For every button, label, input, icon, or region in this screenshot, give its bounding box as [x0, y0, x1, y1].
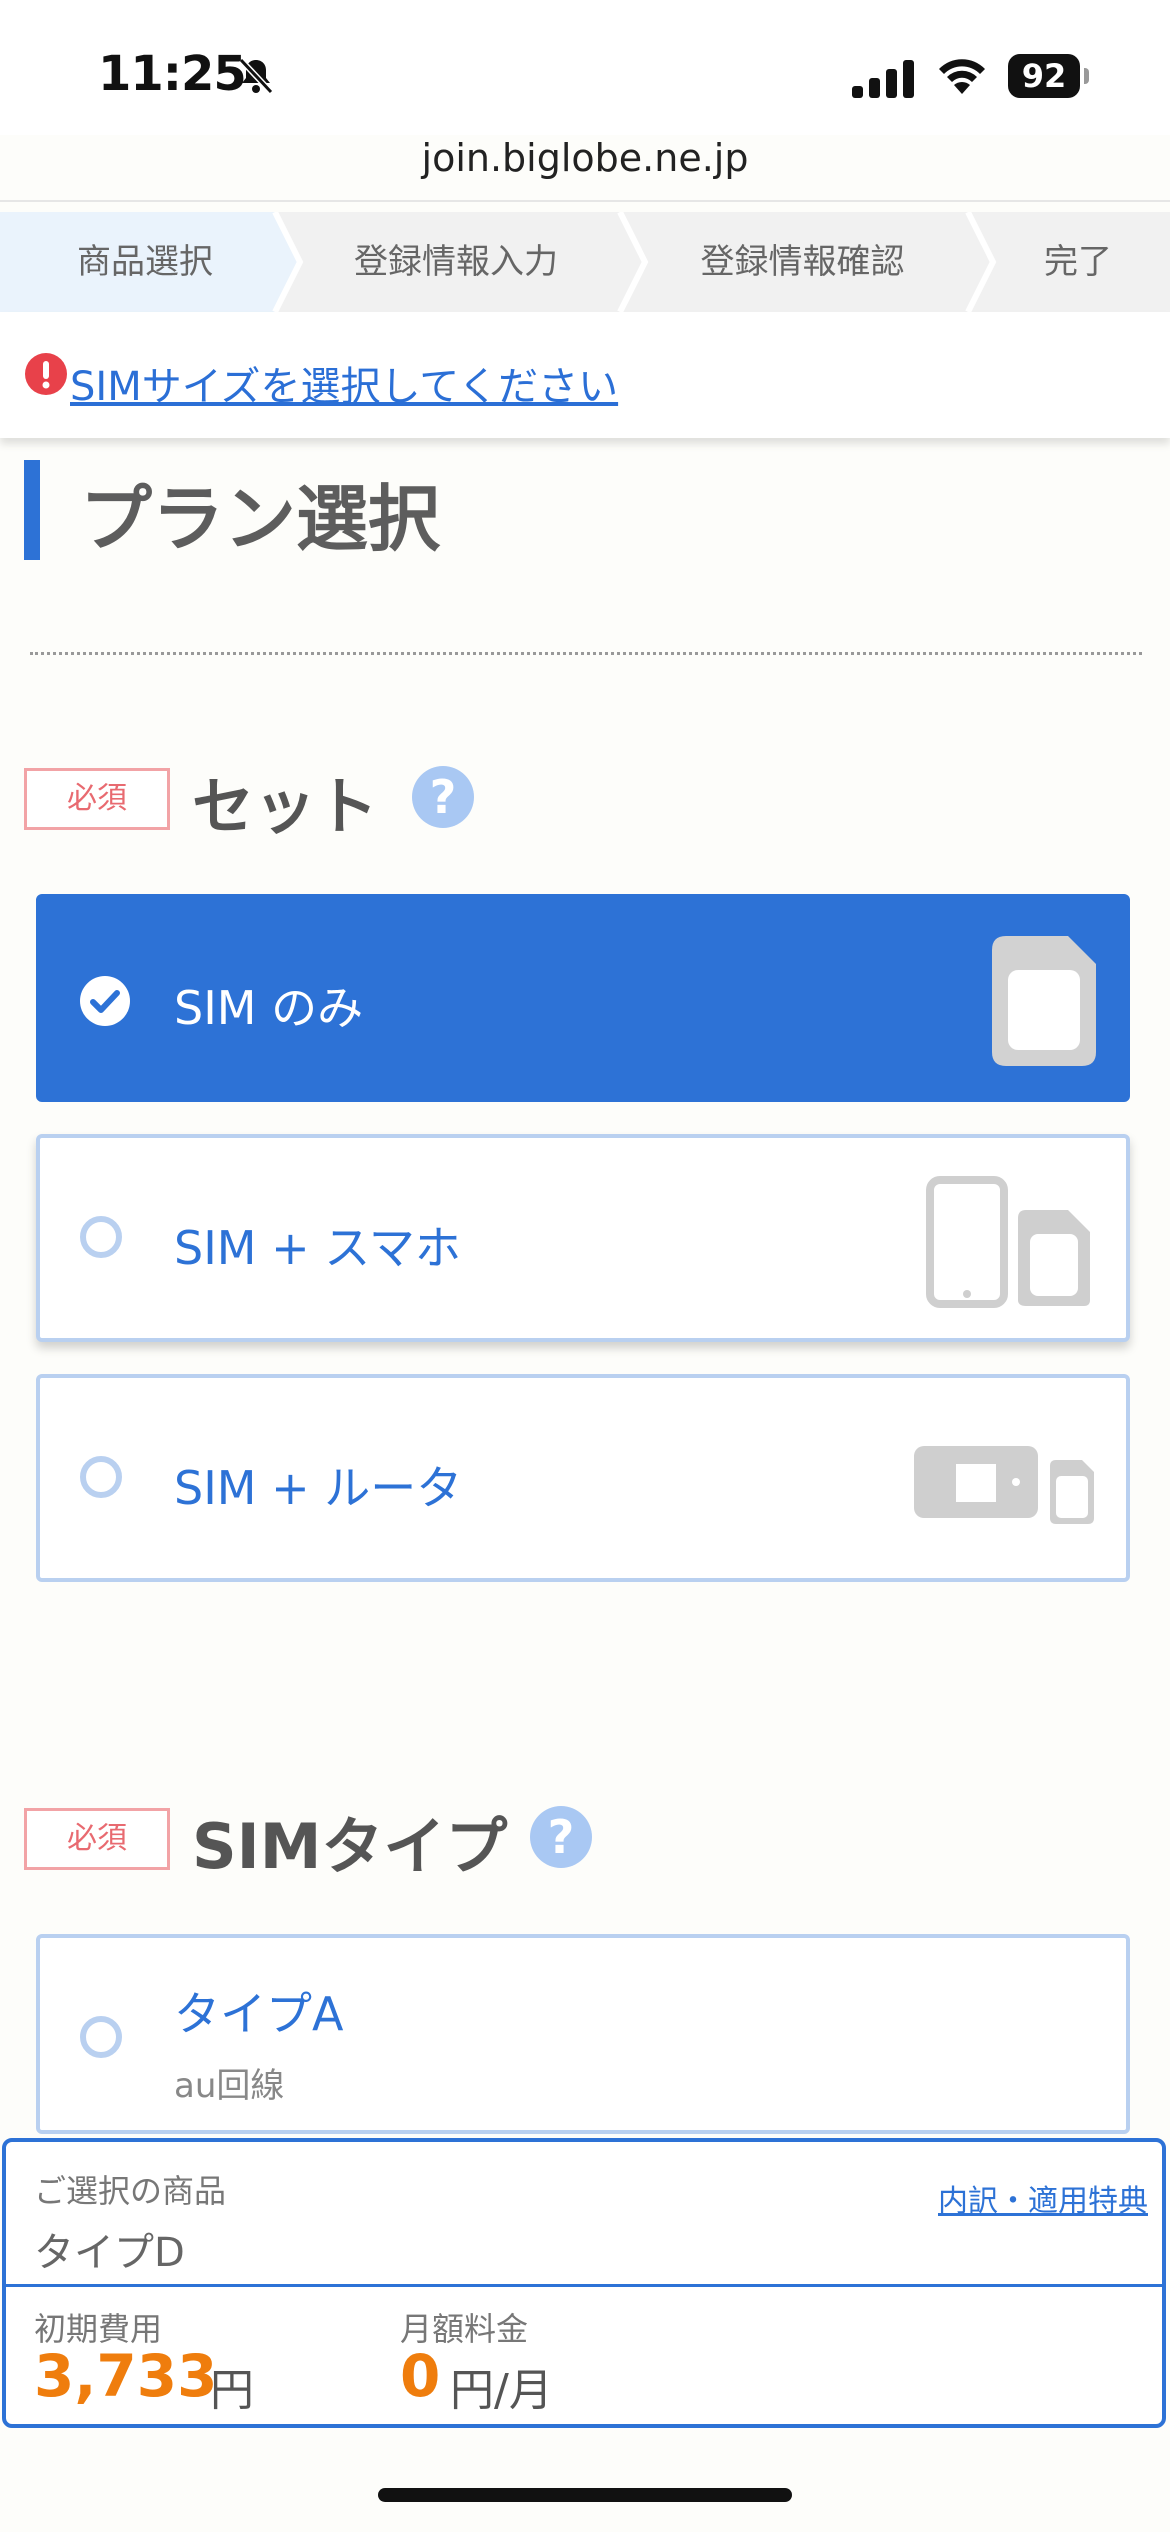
radio-button: [80, 1216, 122, 1258]
alert-link[interactable]: SIMサイズを選択してください: [70, 354, 618, 412]
step-complete: 完了: [1044, 242, 1112, 282]
monthly-fee-price: 0: [400, 2342, 441, 2410]
summary-divider: [6, 2284, 1162, 2287]
radio-button: [80, 2016, 122, 2058]
battery-tip: [1084, 68, 1089, 84]
step-registration-input: 登録情報入力: [354, 242, 558, 282]
selected-product-value: タイプD: [34, 2230, 185, 2276]
progress-steps: 商品選択 登録情報入力 登録情報確認 完了: [0, 212, 1170, 312]
status-bar: 11:25 92 join.biglobe.ne.jp: [0, 0, 1170, 180]
dotted-divider: [30, 652, 1142, 655]
option-type-a[interactable]: タイプA au回線: [36, 1934, 1130, 2134]
page-title: プラン選択: [80, 477, 441, 561]
phone-sim-icon: [926, 1176, 1090, 1308]
radio-button: [80, 1456, 122, 1498]
sim-type-section-title: SIMタイプ: [192, 1810, 508, 1883]
selected-product-label: ご選択の商品: [34, 2172, 227, 2210]
step-product-selection: 商品選択: [77, 242, 213, 282]
url-bar[interactable]: join.biglobe.ne.jp: [0, 136, 1170, 180]
order-summary: ご選択の商品 タイプD 内訳・適用特典 初期費用 3,733 円 月額料金 0 …: [2, 2138, 1166, 2428]
option-sim-router[interactable]: SIM + ルータ: [36, 1374, 1130, 1582]
set-section-title: セット: [192, 770, 379, 843]
option-label: タイプA: [174, 1987, 344, 2041]
cellular-signal-icon: [852, 60, 914, 98]
help-icon[interactable]: ?: [530, 1806, 592, 1868]
bell-muted-icon: [238, 57, 274, 95]
status-time: 11:25: [98, 46, 247, 102]
initial-cost-price: 3,733: [34, 2342, 218, 2410]
help-icon[interactable]: ?: [412, 766, 474, 828]
option-label: SIM のみ: [174, 981, 364, 1035]
url-divider: [0, 200, 1170, 202]
option-sim-only[interactable]: SIM のみ: [36, 894, 1130, 1102]
option-label: SIM + ルータ: [174, 1461, 463, 1515]
monthly-fee-unit: 円/月: [450, 2365, 553, 2416]
required-badge: 必須: [24, 768, 170, 830]
validation-alert: SIMサイズを選択してください: [0, 312, 1170, 438]
alert-icon: [25, 353, 67, 395]
wifi-icon: [939, 59, 985, 94]
sim-card-icon: [992, 936, 1096, 1066]
required-badge: 必須: [24, 1808, 170, 1870]
battery-level: 92: [1008, 54, 1080, 98]
router-sim-icon: [914, 1446, 1094, 1524]
home-indicator: [378, 2488, 792, 2502]
option-sim-smartphone[interactable]: SIM + スマホ: [36, 1134, 1130, 1342]
details-link[interactable]: 内訳・適用特典: [938, 2176, 1148, 2220]
option-label: SIM + スマホ: [174, 1221, 461, 1275]
step-registration-confirm: 登録情報確認: [700, 242, 905, 282]
battery-indicator: 92: [1008, 54, 1089, 98]
initial-cost-unit: 円: [210, 2365, 254, 2416]
heading-accent-bar: [24, 460, 40, 560]
check-circle-icon: [80, 976, 130, 1026]
option-sublabel: au回線: [174, 2066, 285, 2106]
